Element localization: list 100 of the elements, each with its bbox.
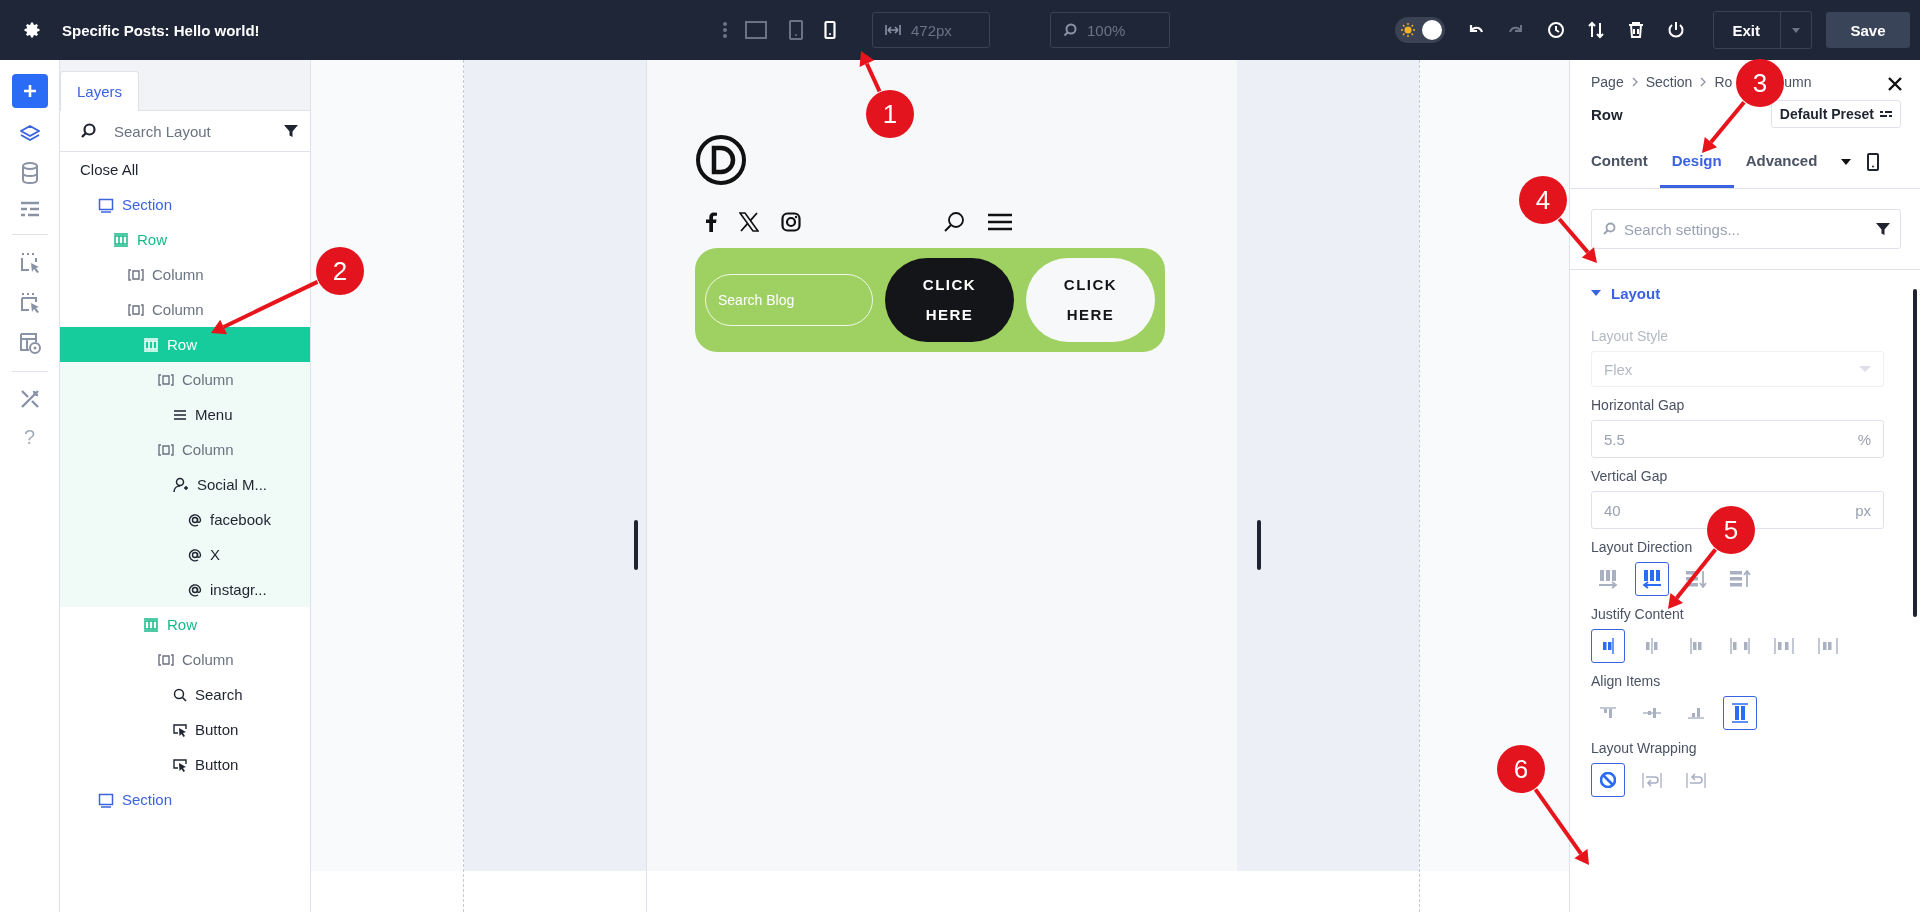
no-wrap-icon	[1600, 772, 1616, 788]
bars-icon	[1818, 637, 1838, 655]
save-button[interactable]: Save	[1826, 12, 1910, 48]
callout-badge: 2	[316, 247, 364, 295]
filter-icon[interactable]	[1876, 222, 1890, 236]
caret-icon[interactable]	[1841, 158, 1852, 166]
database-icon[interactable]	[20, 162, 39, 184]
filter-icon[interactable]	[284, 124, 298, 138]
bars-icon	[1689, 637, 1703, 655]
caret-icon	[1591, 289, 1601, 297]
layer-item[interactable]: Column	[60, 362, 310, 397]
columns-icon	[113, 231, 129, 248]
history-icon[interactable]	[1547, 21, 1566, 39]
width-field[interactable]: 472px	[872, 12, 990, 48]
trash-icon[interactable]	[1627, 21, 1646, 39]
layer-label: Column	[182, 441, 234, 458]
more-icon[interactable]	[722, 20, 728, 40]
phone-icon[interactable]	[1867, 153, 1880, 171]
layer-item[interactable]: Button	[60, 712, 310, 747]
bars-icon	[1645, 637, 1659, 655]
wrap-option-button[interactable]	[1591, 763, 1625, 797]
columns-icon	[143, 336, 159, 353]
list-icon[interactable]	[19, 200, 40, 218]
layer-item[interactable]: facebook	[60, 502, 310, 537]
search-icon	[1063, 23, 1077, 37]
field-label: Align Items	[1591, 673, 1662, 689]
cta-button[interactable]: CLICK HERE	[1026, 258, 1155, 342]
sort-icon[interactable]	[1587, 21, 1606, 39]
rows-down-icon	[1685, 570, 1707, 588]
layer-item[interactable]: Column	[60, 292, 310, 327]
bars-icon	[1601, 637, 1615, 655]
column-icon	[158, 443, 174, 456]
resize-handle[interactable]	[634, 520, 638, 570]
field-label: Vertical Gap	[1591, 468, 1669, 484]
layer-item[interactable]: Column	[60, 257, 310, 292]
layer-item[interactable]: Menu	[60, 397, 310, 432]
instagram-icon[interactable]	[781, 212, 801, 232]
at-sign-icon	[188, 512, 202, 527]
wrap-icon	[1642, 771, 1662, 789]
cursor-select-icon[interactable]	[18, 251, 41, 275]
layer-item[interactable]: Column	[60, 642, 310, 677]
preset-button[interactable]: Default Preset	[1770, 100, 1901, 128]
layer-item[interactable]: Button	[60, 747, 310, 782]
layer-label: Column	[182, 371, 234, 388]
x-logo-icon[interactable]	[739, 212, 759, 232]
breadcrumb-link[interactable]: Ro	[1714, 74, 1733, 90]
bars-icon	[1687, 707, 1705, 719]
input-field[interactable]: 5.5 %	[1591, 420, 1884, 458]
layer-label: Menu	[195, 406, 233, 423]
close-icon[interactable]	[1888, 77, 1902, 91]
align-option-button[interactable]	[1723, 696, 1757, 730]
breadcrumb-link[interactable]: Section	[1645, 74, 1693, 90]
layout-group-toggle[interactable]: Layout	[1570, 269, 1920, 308]
callout-badge: 1	[866, 90, 914, 138]
layer-item[interactable]: instagr...	[60, 572, 310, 607]
plus-icon	[21, 83, 38, 99]
wrap-reverse-icon	[1686, 771, 1706, 789]
caret-icon	[1859, 365, 1871, 373]
zoom-field[interactable]: 100%	[1050, 12, 1170, 48]
add-button[interactable]	[11, 74, 48, 108]
cta-button[interactable]: CLICK HERE	[885, 258, 1014, 342]
layer-label: Button	[195, 756, 239, 773]
facebook-icon[interactable]	[705, 212, 717, 232]
tools-icon[interactable]	[18, 388, 41, 410]
theme-toggle[interactable]	[1395, 17, 1446, 43]
search-icon[interactable]	[943, 211, 965, 233]
settings-tab[interactable]: Content	[1579, 136, 1660, 188]
layer-label: Column	[152, 266, 204, 283]
layer-label: Social M...	[197, 476, 268, 493]
settings-icon[interactable]	[22, 20, 42, 40]
layer-label: X	[210, 546, 220, 563]
settings-tab[interactable]: Advanced	[1733, 136, 1830, 188]
close-all-button[interactable]: Close All	[60, 152, 139, 187]
layer-label: Section	[122, 791, 173, 808]
layer-item[interactable]: Social M...	[60, 467, 310, 502]
scroll-bar[interactable]	[1913, 289, 1917, 617]
columns-left-icon	[1642, 569, 1662, 589]
layer-item[interactable]: X	[60, 537, 310, 572]
menu-icon[interactable]	[987, 212, 1013, 232]
layers-tab[interactable]: Layers	[60, 71, 140, 111]
direction-option-button[interactable]	[1635, 562, 1669, 596]
layer-item[interactable]: Section	[60, 187, 310, 222]
exit-button[interactable]: Exit	[1713, 11, 1812, 49]
resize-handle[interactable]	[1257, 520, 1261, 570]
callout-badge: 4	[1519, 176, 1567, 224]
layer-label: facebook	[210, 511, 271, 528]
annotation-arrow	[1557, 217, 1597, 263]
breadcrumb-link[interactable]: Page	[1591, 74, 1624, 90]
layer-item[interactable]: Column	[60, 432, 310, 467]
rows-up-icon	[1729, 570, 1751, 588]
layer-label: Column	[152, 301, 204, 318]
layer-item[interactable]: Section	[60, 782, 310, 817]
template-icon[interactable]	[17, 331, 42, 355]
cursor-select-icon[interactable]	[18, 291, 41, 315]
field-label: Justify Content	[1591, 606, 1685, 622]
power-icon[interactable]	[1667, 21, 1686, 39]
justify-option-button[interactable]	[1591, 629, 1625, 663]
layer-item[interactable]: Search	[60, 677, 310, 712]
breadcrumb-link[interactable]: umn	[1784, 74, 1812, 90]
bars-icon	[1731, 703, 1749, 723]
